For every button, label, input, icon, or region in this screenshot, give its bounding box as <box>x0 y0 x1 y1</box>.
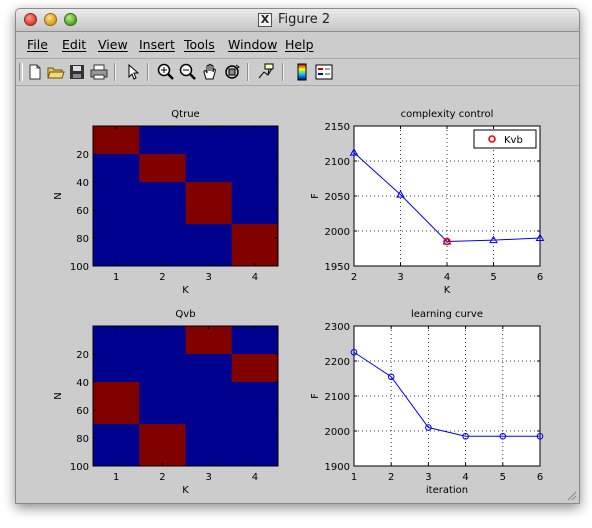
x-tick-label: 1 <box>351 472 357 483</box>
x-tick-label: 3 <box>397 272 403 283</box>
x-tick-label: 5 <box>500 472 506 483</box>
heatmap-cell <box>185 326 232 354</box>
pointer-icon[interactable] <box>123 62 143 82</box>
heatmap-cell <box>93 382 140 424</box>
x-tick-label: 2 <box>159 472 165 483</box>
x-tick-label: 6 <box>537 272 543 283</box>
figure-window: X Figure 2 File Edit View Insert Tools W… <box>15 8 580 504</box>
resize-grip-icon[interactable] <box>565 489 577 501</box>
save-icon[interactable] <box>67 62 87 82</box>
colorbar-icon[interactable] <box>292 62 312 82</box>
y-tick-label: 20 <box>76 350 89 361</box>
menu-view[interactable]: View <box>98 37 128 52</box>
x-tick-label: 1 <box>113 472 119 483</box>
heatmap-cell <box>93 126 140 154</box>
x-tick-label: 4 <box>462 472 468 483</box>
x-tick-label: 2 <box>159 272 165 283</box>
y-tick-label: 2000 <box>325 427 350 438</box>
zoom-in-icon[interactable] <box>156 62 176 82</box>
y-axis-label: N <box>53 392 64 399</box>
y-tick-label: 2150 <box>325 122 350 133</box>
toolbar-separator <box>147 63 149 81</box>
toolbar <box>16 58 579 86</box>
y-tick-label: 100 <box>70 262 89 273</box>
x-tick-label: 3 <box>205 272 211 283</box>
x11-icon: X <box>258 13 272 27</box>
x-tick-label: 3 <box>425 472 431 483</box>
chart-title: learning curve <box>411 309 483 320</box>
toolbar-separator <box>114 63 116 81</box>
heatmap-cell <box>139 154 186 182</box>
y-tick-label: 2200 <box>325 357 350 368</box>
x-tick-label: 4 <box>252 472 258 483</box>
learning-curve-plot[interactable]: learning curve 1 2 3 4 5 6 1900 2000 2100 2200 2300… <box>296 287 579 499</box>
y-axis-label: F <box>310 193 321 199</box>
menu-bar: File Edit View Insert Tools Window Help <box>16 32 579 54</box>
y-tick-label: 40 <box>76 178 89 189</box>
complexity-control-plot[interactable]: complexity control 2 3 4 5 6 1950 2000 2050 2100 2… <box>296 87 579 299</box>
y-tick-label: 2000 <box>325 227 350 238</box>
y-tick-label: 2100 <box>325 157 350 168</box>
zoom-out-icon[interactable] <box>178 62 198 82</box>
zoom-button[interactable] <box>64 13 77 26</box>
y-tick-label: 60 <box>76 406 89 417</box>
chart-title: complexity control <box>401 109 494 120</box>
x-axis-label: iteration <box>426 485 468 496</box>
qtrue-heatmap[interactable]: Qtrue1 2 3 420406080100KN <box>16 87 296 299</box>
heatmap-cell <box>185 182 232 224</box>
data-cursor-icon[interactable] <box>256 62 276 82</box>
y-tick-label: 40 <box>76 378 89 389</box>
x-tick-label: 4 <box>444 272 450 283</box>
x-tick-label: 2 <box>351 272 357 283</box>
toolbar-grip[interactable] <box>19 63 23 81</box>
y-axis-label: F <box>310 393 321 399</box>
heatmap-cell <box>139 424 186 466</box>
y-tick-label: 20 <box>76 150 89 161</box>
chart-title: Qtrue <box>171 109 199 120</box>
new-file-icon[interactable] <box>25 62 45 82</box>
pan-hand-icon[interactable] <box>200 62 220 82</box>
y-tick-label: 80 <box>76 234 89 245</box>
x-tick-label: 2 <box>388 472 394 483</box>
title-bar[interactable]: X Figure 2 <box>16 9 579 32</box>
x-tick-label: 5 <box>490 272 496 283</box>
y-tick-label: 2300 <box>325 322 350 333</box>
x-tick-label: 6 <box>537 472 543 483</box>
print-icon[interactable] <box>89 62 109 82</box>
minimize-button[interactable] <box>44 13 57 26</box>
toolbar-separator <box>247 63 249 81</box>
x-tick-label: 3 <box>205 472 211 483</box>
chart-title: Qvb <box>175 309 195 320</box>
y-tick-label: 60 <box>76 206 89 217</box>
heatmap-cell <box>231 354 278 382</box>
menu-edit[interactable]: Edit <box>62 37 86 52</box>
close-button[interactable] <box>24 13 37 26</box>
x-axis-label: K <box>182 485 189 496</box>
menu-help[interactable]: Help <box>285 37 314 52</box>
qvb-heatmap[interactable]: Qvb 1 2 3 4 20 40 60 80 100 K N <box>16 287 296 499</box>
y-tick-label: 2050 <box>325 192 350 203</box>
menu-tools[interactable]: Tools <box>184 37 215 52</box>
window-title: Figure 2 <box>278 12 331 27</box>
menu-window[interactable]: Window <box>228 37 277 52</box>
x-tick-label: 1 <box>113 272 119 283</box>
rotate-3d-icon[interactable] <box>222 62 242 82</box>
legend-icon[interactable] <box>314 62 334 82</box>
x-tick-label: 4 <box>252 272 258 283</box>
menu-file[interactable]: File <box>27 37 48 52</box>
open-folder-icon[interactable] <box>46 62 66 82</box>
heatmap-cell <box>231 224 278 266</box>
y-tick-label: 80 <box>76 434 89 445</box>
y-tick-label: 2100 <box>325 392 350 403</box>
y-tick-label: 100 <box>70 462 89 473</box>
toolbar-separator <box>282 63 284 81</box>
y-tick-label: 1950 <box>325 262 350 273</box>
y-tick-label: 1900 <box>325 462 350 473</box>
menu-insert[interactable]: Insert <box>139 37 175 52</box>
legend-label: Kvb <box>504 135 523 146</box>
y-axis-label: N <box>53 192 64 199</box>
